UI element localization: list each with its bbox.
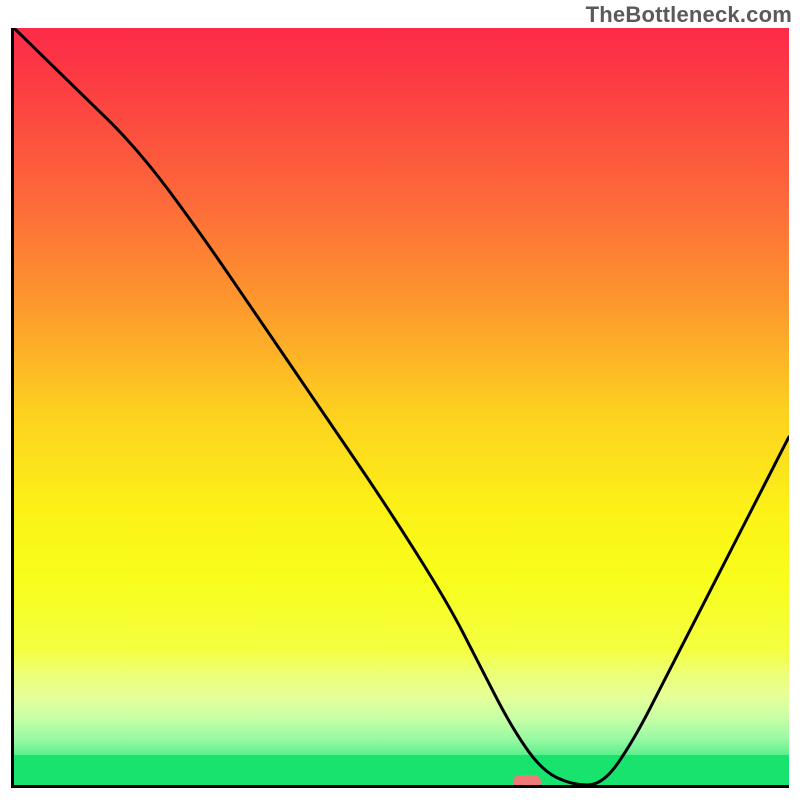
curve-path [14, 28, 789, 785]
optimum-marker [513, 775, 541, 788]
bottleneck-curve [14, 28, 789, 785]
watermark-text: TheBottleneck.com [586, 2, 792, 28]
chart-container: TheBottleneck.com [0, 0, 800, 800]
plot-area [11, 28, 789, 788]
